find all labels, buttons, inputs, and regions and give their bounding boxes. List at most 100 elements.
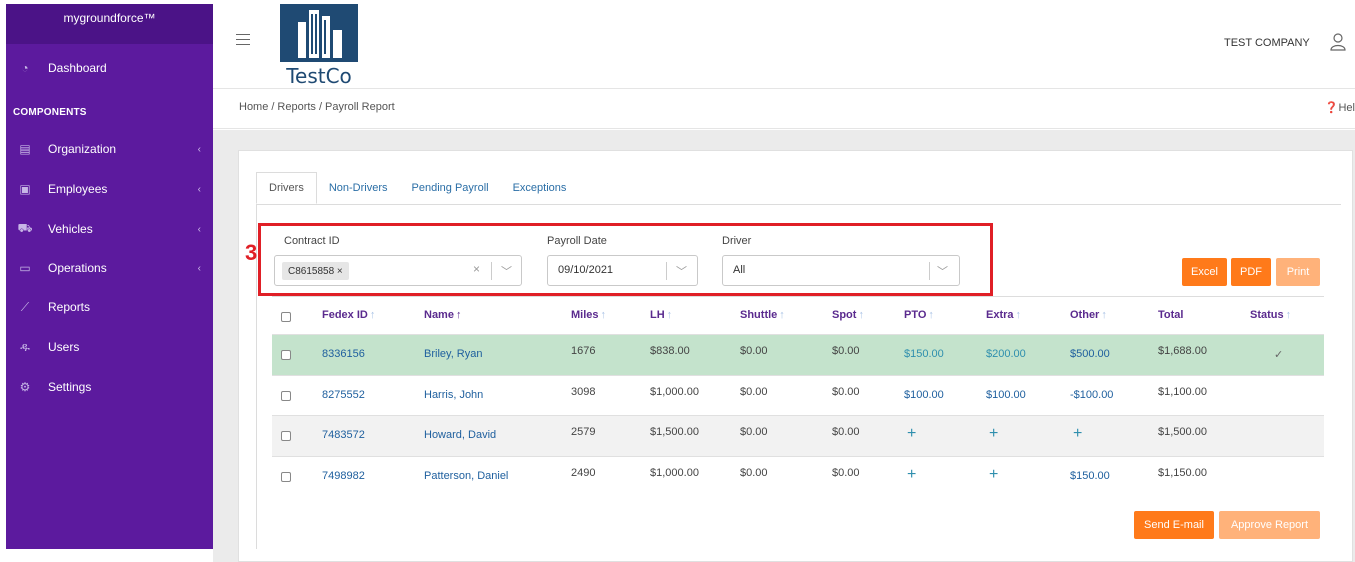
row-checkbox[interactable] — [281, 431, 291, 441]
help-icon: ❓ — [1324, 102, 1339, 114]
miles-value: 3098 — [571, 386, 596, 398]
header-other[interactable]: Other ↑ — [1070, 309, 1107, 321]
pto-link[interactable]: $150.00 — [904, 348, 944, 360]
fedex-id-link[interactable]: 8275552 — [322, 389, 365, 401]
chevron-down-icon[interactable]: ﹀ — [501, 263, 512, 279]
fedex-id-link[interactable]: 7483572 — [322, 429, 365, 441]
menu-toggle-icon[interactable] — [236, 34, 250, 45]
add-other-icon[interactable]: + — [1073, 425, 1082, 443]
select-all-checkbox[interactable] — [281, 312, 291, 322]
contract-id-select[interactable]: C8615858 × × ﹀ — [274, 255, 522, 286]
breadcrumb-home[interactable]: Home — [239, 101, 268, 113]
spot-value: $0.00 — [832, 386, 860, 398]
fedex-id-link[interactable]: 7498982 — [322, 470, 365, 482]
header-shuttle[interactable]: Shuttle ↑ — [740, 309, 785, 321]
pdf-button[interactable]: PDF — [1231, 258, 1271, 286]
excel-button[interactable]: Excel — [1182, 258, 1227, 286]
sort-arrow-icon: ↑ — [600, 309, 607, 321]
tab-drivers[interactable]: Drivers — [256, 172, 317, 204]
row-checkbox[interactable] — [281, 350, 291, 360]
breadcrumb-separator: / — [271, 101, 275, 113]
header-extra[interactable]: Extra ↑ — [986, 309, 1021, 321]
payroll-date-select[interactable]: 09/10/2021 ﹀ — [547, 255, 698, 286]
shuttle-value: $0.00 — [740, 467, 768, 479]
sidebar-item-dashboard[interactable]: ◔ Dashboard — [6, 57, 213, 79]
payroll-date-label: Payroll Date — [547, 235, 607, 247]
breadcrumb-current: Payroll Report — [325, 101, 395, 113]
header-label: Spot — [832, 309, 857, 321]
table-row: 8275552 Harris, John 3098 $1,000.00 $0.0… — [272, 375, 1324, 416]
driver-name-link[interactable]: Harris, John — [424, 389, 483, 401]
driver-name-link[interactable]: Patterson, Daniel — [424, 470, 508, 482]
clear-icon[interactable]: × — [473, 262, 480, 276]
sidebar-item-settings[interactable]: ⚙ Settings — [6, 376, 213, 398]
sidebar-item-reports[interactable]: ⟋ Reports — [6, 296, 213, 318]
sidebar-item-label: Dashboard — [48, 61, 107, 75]
chart-icon: ⟋ — [20, 299, 30, 314]
help-link[interactable]: ❓Hel — [1325, 101, 1355, 114]
breadcrumb-reports[interactable]: Reports — [277, 101, 316, 113]
tab-pending-payroll[interactable]: Pending Payroll — [400, 172, 501, 204]
divider — [491, 262, 492, 280]
add-pto-icon[interactable]: + — [907, 466, 916, 484]
tab-exceptions[interactable]: Exceptions — [501, 172, 579, 204]
header-label: Shuttle — [740, 309, 778, 321]
breadcrumb: Home / Reports / Payroll Report — [239, 101, 395, 113]
add-extra-icon[interactable]: + — [989, 425, 998, 443]
row-checkbox[interactable] — [281, 391, 291, 401]
user-icon[interactable] — [1330, 33, 1346, 51]
sidebar-item-users[interactable]: ዱ Users — [6, 336, 213, 358]
print-button[interactable]: Print — [1276, 258, 1320, 286]
chevron-down-icon[interactable]: ﹀ — [937, 263, 948, 279]
add-extra-icon[interactable]: + — [989, 466, 998, 484]
divider — [256, 204, 1341, 205]
tab-non-drivers[interactable]: Non-Drivers — [317, 172, 400, 204]
row-checkbox[interactable] — [281, 472, 291, 482]
sidebar-item-vehicles[interactable]: ⛟ Vehicles ‹ — [6, 218, 213, 240]
extra-link[interactable]: $200.00 — [986, 348, 1026, 360]
help-label: Hel — [1338, 102, 1355, 114]
extra-link[interactable]: $100.00 — [986, 389, 1026, 401]
fedex-id-link[interactable]: 8336156 — [322, 348, 365, 360]
sidebar-item-organization[interactable]: ▤ Organization ‹ — [6, 138, 213, 160]
header-pto[interactable]: PTO ↑ — [904, 309, 934, 321]
building-logo-icon — [280, 4, 358, 62]
contract-id-chip[interactable]: C8615858 × — [282, 262, 349, 280]
header-lh[interactable]: LH ↑ — [650, 309, 672, 321]
driver-name-link[interactable]: Howard, David — [424, 429, 496, 441]
driver-select[interactable]: All ﹀ — [722, 255, 960, 286]
sidebar-item-employees[interactable]: ▣ Employees ‹ — [6, 178, 213, 200]
sidebar-item-operations[interactable]: ▭ Operations ‹ — [6, 257, 213, 279]
table-row: 8336156 Briley, Ryan 1676 $838.00 $0.00 … — [272, 334, 1324, 375]
total-value: $1,500.00 — [1158, 426, 1207, 438]
approve-report-button[interactable]: Approve Report — [1219, 511, 1320, 539]
other-link[interactable]: -$100.00 — [1070, 389, 1113, 401]
add-pto-icon[interactable]: + — [907, 425, 916, 443]
company-logo[interactable]: TestCo — [280, 4, 358, 88]
sort-arrow-icon: ↑ — [928, 309, 934, 321]
truck-icon: ⛟ — [17, 221, 33, 235]
total-value: $1,100.00 — [1158, 386, 1207, 398]
pto-link[interactable]: $100.00 — [904, 389, 944, 401]
driver-value: All — [733, 264, 746, 276]
sidebar-item-label: Users — [48, 340, 80, 354]
sidebar: mygroundforce™ ◔ Dashboard COMPONENTS ▤ … — [6, 4, 213, 549]
dashboard-icon: ◔ — [21, 61, 29, 75]
header-fedex-id[interactable]: Fedex ID ↑ — [322, 309, 375, 321]
header-label: Status — [1250, 309, 1284, 321]
header-name[interactable]: Name ↑ — [424, 309, 461, 321]
other-link[interactable]: $150.00 — [1070, 470, 1110, 482]
header-status[interactable]: Status ↑ — [1250, 309, 1291, 321]
lh-value: $838.00 — [650, 345, 690, 357]
send-email-button[interactable]: Send E-mail — [1134, 511, 1214, 539]
other-link[interactable]: $500.00 — [1070, 348, 1110, 360]
miles-value: 2490 — [571, 467, 596, 479]
header-label: LH — [650, 309, 665, 321]
header-spot[interactable]: Spot ↑ — [832, 309, 864, 321]
driver-name-link[interactable]: Briley, Ryan — [424, 348, 482, 360]
tab-bar: Drivers Non-Drivers Pending Payroll Exce… — [256, 172, 578, 204]
breadcrumb-bar: Home / Reports / Payroll Report ❓Hel — [213, 88, 1355, 129]
header-miles[interactable]: Miles ↑ — [571, 309, 606, 321]
breadcrumb-separator: / — [318, 101, 322, 113]
chevron-down-icon[interactable]: ﹀ — [676, 263, 687, 279]
